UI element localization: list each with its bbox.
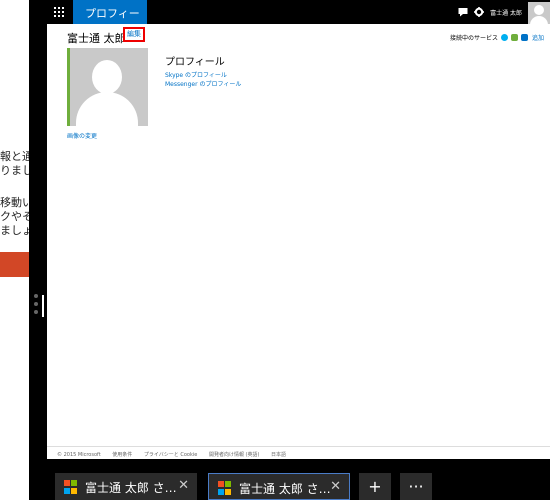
close-icon[interactable]: ✕	[330, 479, 341, 494]
skype-profile-link[interactable]: Skype のプロフィール	[165, 70, 227, 79]
more-tabs-button[interactable]: ···	[400, 473, 432, 500]
avatar[interactable]	[528, 1, 550, 24]
footer-link-developers[interactable]: 開発者向け情報 (英語)	[209, 452, 260, 458]
messenger-icon[interactable]	[510, 34, 518, 41]
footer-link-language[interactable]: 日本語	[271, 452, 286, 458]
browser-tab[interactable]: 富士通 太郎 さ… ✕	[55, 473, 197, 500]
footer-copyright: © 2015 Microsoft	[57, 452, 101, 458]
app-title-tab[interactable]: プロフィール	[73, 0, 147, 36]
app-launcher-button[interactable]	[47, 0, 73, 24]
left-pane-text: 移動い	[0, 196, 29, 209]
waffle-icon	[54, 7, 64, 17]
profile-photo[interactable]	[67, 48, 148, 126]
tab-title: 富士通 太郎 さ…	[85, 481, 177, 495]
top-bar: プロフィール 富士通 太郎	[47, 0, 550, 36]
footer-link-privacy[interactable]: プライバシーと Cookie	[144, 452, 197, 458]
change-photo-link[interactable]: 画像の変更	[67, 131, 97, 140]
tab-title: 富士通 太郎 さ…	[239, 482, 331, 496]
microsoft-logo-icon	[64, 480, 78, 494]
footer: © 2015 Microsoft 使用条件 プライバシーと Cookie 開発者…	[57, 451, 296, 458]
split-grip[interactable]	[42, 295, 44, 317]
notifications-icon[interactable]	[458, 7, 468, 17]
connected-services: 接続中のサービス 追加	[450, 33, 544, 42]
browser-tab-active[interactable]: 富士通 太郎 さ… ✕	[208, 473, 350, 500]
profile-name: 富士通 太郎	[67, 32, 126, 45]
edit-name-link[interactable]: 編集	[123, 27, 145, 42]
browser-tab-bar: 富士通 太郎 さ… ✕ 富士通 太郎 さ… ✕ + ···	[47, 459, 550, 500]
microsoft-logo-icon	[218, 481, 232, 495]
profile-window: プロフィール 富士通 太郎 富士通 太郎 編集 接続中のサービス 追加 画像の変…	[47, 0, 550, 459]
new-tab-button[interactable]: +	[359, 473, 391, 500]
connected-services-label: 接続中のサービス	[449, 35, 498, 42]
close-icon[interactable]: ✕	[178, 478, 189, 493]
add-service-link[interactable]: 追加	[532, 33, 544, 42]
facebook-icon[interactable]	[520, 34, 528, 41]
left-pane-text: 報と通知	[0, 150, 29, 163]
left-app-pane: 報と通知 りましょ 移動い クやそ ましょう	[0, 0, 29, 500]
top-bar-right: 富士通 太郎	[458, 0, 550, 24]
gear-icon[interactable]	[474, 7, 485, 17]
left-pane-text: りましょ	[0, 164, 29, 177]
left-pane-text: クやそ	[0, 210, 29, 223]
account-name[interactable]: 富士通 太郎	[490, 8, 522, 17]
footer-link-terms[interactable]: 使用条件	[112, 452, 132, 458]
split-divider[interactable]	[29, 0, 47, 500]
left-pane-text: ましょう	[0, 224, 29, 237]
messenger-profile-link[interactable]: Messenger のプロフィール	[165, 79, 241, 88]
profile-section-title: プロフィール	[165, 57, 225, 68]
left-pane-button[interactable]	[0, 252, 29, 277]
footer-divider	[47, 446, 550, 447]
skype-icon[interactable]	[500, 34, 508, 41]
drag-handle-icon	[34, 294, 38, 318]
